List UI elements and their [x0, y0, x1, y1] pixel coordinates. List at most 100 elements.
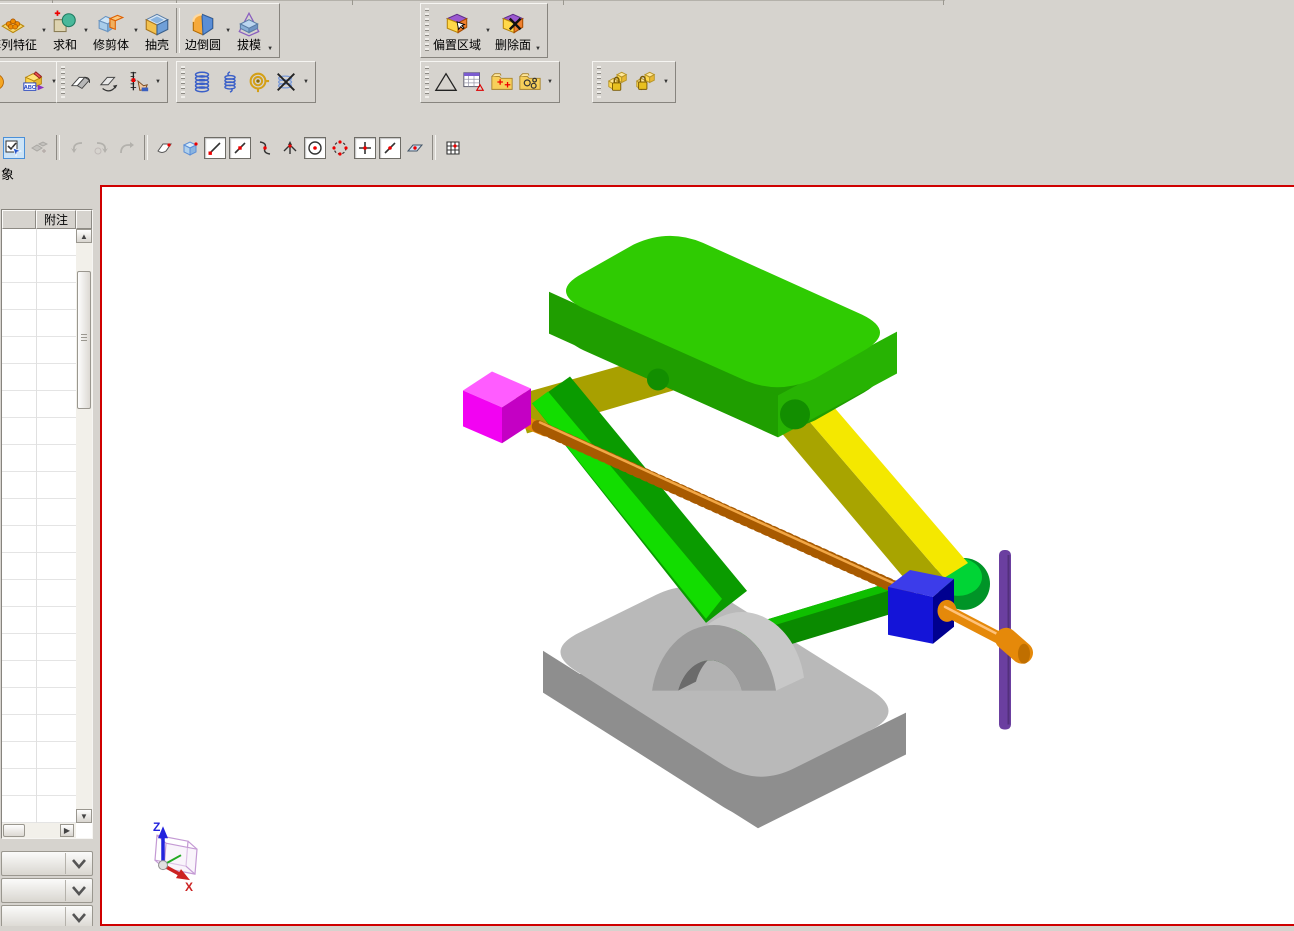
offset-region-icon	[443, 10, 471, 38]
toolbar-button-label: 偏置区域	[433, 39, 481, 52]
notes-table-body[interactable]	[2, 229, 76, 823]
snap-enable-toggle[interactable]	[3, 137, 25, 159]
undo-bend-button[interactable]	[116, 137, 138, 159]
snap-vertex-button[interactable]	[279, 137, 301, 159]
delete-face-button[interactable]: 删除面	[495, 10, 531, 52]
snap-endpoint-button[interactable]	[204, 137, 226, 159]
unite-dropdown[interactable]: ▼	[81, 28, 91, 34]
folder-circles-button[interactable]	[517, 69, 543, 95]
offset-region-dropdown[interactable]: ▼	[483, 28, 493, 34]
handle-shaft[interactable]	[938, 600, 1031, 664]
notes-table[interactable]: 附注 ▲ ▼ ▶	[1, 209, 93, 839]
snap-onface-button[interactable]	[404, 137, 426, 159]
folder-points-button[interactable]	[489, 69, 515, 95]
pattern-feature-dropdown[interactable]: ▼	[39, 28, 49, 34]
trim-body-button[interactable]: 修剪体	[93, 10, 129, 52]
toolbar-grip[interactable]	[181, 66, 185, 98]
snap-point-button[interactable]	[354, 137, 376, 159]
undo-left-button[interactable]	[66, 137, 88, 159]
torsion-spring-button[interactable]	[245, 69, 271, 95]
draft-dropdown[interactable]: ▼	[265, 46, 275, 56]
extension-spring-button[interactable]	[217, 69, 243, 95]
toolbar-panel: ▼	[420, 61, 560, 103]
shell-icon	[143, 10, 171, 38]
column-divider	[36, 229, 37, 823]
shell-button[interactable]: 抽壳	[143, 10, 171, 52]
toolbar-button-label: 修剪体	[93, 39, 129, 52]
chamfer-face-button[interactable]	[69, 69, 95, 95]
horizontal-scrollbar[interactable]: ▶	[2, 823, 76, 838]
spring-dropdown[interactable]: ▼	[301, 79, 311, 85]
compression-spring-button[interactable]	[189, 69, 215, 95]
lock-boxes-alt-button[interactable]	[633, 69, 659, 95]
undo-right-button[interactable]	[91, 137, 113, 159]
draft-button[interactable]: 拔模	[235, 10, 263, 52]
face-cube-icon	[181, 139, 199, 157]
face-soft-button[interactable]	[154, 137, 176, 159]
blank-column-header[interactable]	[2, 210, 36, 229]
snap-oncurve-button[interactable]	[379, 137, 401, 159]
toolbar-button-label: 抽壳	[145, 39, 169, 52]
triad-z-label: Z	[153, 820, 160, 834]
snap-enable-icon	[5, 139, 23, 157]
face-soft-icon	[156, 139, 174, 157]
snap-onface-icon	[406, 139, 424, 157]
note-column-header[interactable]: 附注	[36, 210, 76, 229]
toolbar-panel: ▼	[176, 61, 316, 103]
unite-button[interactable]: 求和	[51, 10, 79, 52]
face-cube-button[interactable]	[179, 137, 201, 159]
undo-left-icon	[68, 139, 86, 157]
toolbar-grip[interactable]	[597, 66, 601, 98]
trim-body-dropdown[interactable]: ▼	[131, 28, 141, 34]
measure-dropdown[interactable]: ▼	[153, 79, 163, 85]
offset-region-button[interactable]: 偏置区域	[433, 10, 481, 52]
scroll-down-button[interactable]: ▼	[76, 809, 92, 823]
chevron-down-icon[interactable]	[65, 907, 91, 928]
lock-boxes-button[interactable]	[605, 69, 631, 95]
note-button[interactable]: ABC	[21, 69, 47, 95]
delete-spring-button[interactable]	[273, 69, 299, 95]
undo-bend-icon	[118, 139, 136, 157]
lock-dropdown[interactable]: ▼	[661, 79, 671, 85]
vertical-scroll-thumb[interactable]	[77, 271, 91, 409]
orientation-triad[interactable]: Z X	[153, 820, 197, 894]
toolbar-grip[interactable]	[425, 8, 429, 53]
compression-spring-icon	[190, 70, 214, 94]
edge-blend-button[interactable]: 边倒圆	[185, 10, 221, 52]
collapsed-section-1[interactable]	[1, 851, 93, 876]
snap-midpoint-button[interactable]	[229, 137, 251, 159]
snap-center-button[interactable]	[304, 137, 326, 159]
snap-tangent-button[interactable]	[254, 137, 276, 159]
collapsed-section-2[interactable]	[1, 878, 93, 903]
edge-blend-dropdown[interactable]: ▼	[223, 28, 233, 34]
chevron-down-icon[interactable]	[65, 880, 91, 901]
toolbar-row-tools: ABC▼▼▼▼▼	[0, 61, 1294, 103]
chevron-down-icon[interactable]	[65, 853, 91, 874]
snap-grid-button[interactable]	[442, 137, 464, 159]
snap-pair-icon	[30, 139, 48, 157]
measure-button[interactable]	[125, 69, 151, 95]
snap-pair-button[interactable]	[28, 137, 50, 159]
toolbar-grip[interactable]	[425, 66, 429, 98]
snap-midpoint-icon	[231, 139, 249, 157]
vertical-scrollbar[interactable]: ▲ ▼	[76, 229, 92, 823]
reface-button[interactable]	[97, 69, 123, 95]
folders-dropdown[interactable]: ▼	[545, 79, 555, 85]
pattern-feature-button[interactable]: 阵列特征	[0, 10, 37, 52]
graphics-viewport[interactable]: Z X	[100, 185, 1294, 926]
scroll-up-button[interactable]: ▲	[76, 229, 92, 243]
triad-origin	[159, 861, 168, 870]
model-canvas[interactable]: Z X	[102, 187, 1294, 924]
sheet-button[interactable]	[461, 69, 487, 95]
clipped-button[interactable]	[0, 69, 19, 95]
note-icon: ABC	[22, 70, 46, 94]
snap-quadrant-button[interactable]	[329, 137, 351, 159]
horizontal-scroll-thumb[interactable]	[3, 824, 25, 837]
slider-cube-magenta[interactable]	[463, 371, 531, 443]
delete-face-dropdown[interactable]: ▼	[533, 46, 543, 56]
toolbar-grip[interactable]	[61, 66, 65, 98]
snap-grid-icon	[444, 139, 462, 157]
triangle-button[interactable]	[433, 69, 459, 95]
sheet-icon	[462, 70, 486, 94]
scroll-right-button[interactable]: ▶	[60, 824, 74, 837]
